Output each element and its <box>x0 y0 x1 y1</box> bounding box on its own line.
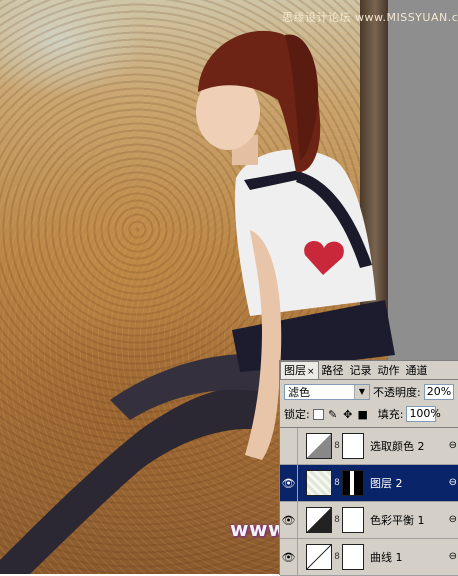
move-icon[interactable]: ✥ <box>342 408 354 421</box>
link-icon: ⊖ <box>448 477 457 488</box>
close-icon[interactable]: × <box>307 367 315 377</box>
chevron-down-icon[interactable]: ▼ <box>354 385 369 399</box>
link-icon[interactable]: 8 <box>332 552 342 562</box>
blend-mode-value: 滤色 <box>288 386 310 399</box>
eye-icon[interactable]: 👁 <box>280 502 298 538</box>
tab-layers[interactable]: 图层× <box>280 361 319 379</box>
link-icon: ⊖ <box>448 440 457 451</box>
tab-actions[interactable]: 动作 <box>375 362 403 379</box>
brush-icon[interactable]: ✎ <box>327 408 339 421</box>
layer-name: 色彩平衡 1 <box>370 514 425 527</box>
layer-mask-thumbnail <box>342 433 364 459</box>
curves-thumbnail <box>306 544 332 570</box>
opacity-label: 不透明度: <box>373 386 421 399</box>
visibility-toggle[interactable] <box>280 428 298 464</box>
fill-label: 填充: <box>377 408 404 421</box>
fill-field[interactable]: 100% <box>406 406 441 422</box>
layer-mask-thumbnail <box>342 507 364 533</box>
opacity-field[interactable]: 20% <box>423 384 455 400</box>
link-icon[interactable]: 8 <box>332 441 342 451</box>
tab-history[interactable]: 记录 <box>347 362 375 379</box>
site-watermark: 思缘设计论坛 www.MISSYUAN.com <box>282 11 458 24</box>
tab-layers-label: 图层 <box>284 364 306 377</box>
lock-transparency-checkbox[interactable] <box>312 408 324 420</box>
layer-row-curves-1[interactable]: 👁 8 曲线 1 ⊖ <box>280 539 458 576</box>
link-icon[interactable]: 8 <box>332 515 342 525</box>
layer-name: 图层 2 <box>370 477 403 490</box>
layer-thumbnail <box>306 470 332 496</box>
lock-icon[interactable]: ■ <box>357 408 369 421</box>
panel-tabs: 图层× 路径 记录 动作 通道 <box>280 361 458 380</box>
eye-icon[interactable]: 👁 <box>280 539 298 575</box>
eye-icon[interactable]: 👁 <box>280 465 298 501</box>
tab-paths[interactable]: 路径 <box>319 362 347 379</box>
blend-row: 滤色 ▼ 不透明度: 20% <box>280 380 458 404</box>
layer-name: 选取颜色 2 <box>370 440 425 453</box>
blend-mode-select[interactable]: 滤色 ▼ <box>284 384 370 400</box>
lock-row: 锁定: ✎ ✥ ■ 填充: 100% <box>280 404 458 424</box>
layer-row-layer-2[interactable]: 👁 8 图层 2 ⊖ <box>280 465 458 502</box>
adjustment-thumbnail <box>306 507 332 533</box>
layer-mask-thumbnail <box>342 470 364 496</box>
layer-mask-thumbnail <box>342 544 364 570</box>
layer-name: 曲线 1 <box>370 551 403 564</box>
link-icon: ⊖ <box>448 551 457 562</box>
tab-channels[interactable]: 通道 <box>403 362 431 379</box>
lock-label: 锁定: <box>284 408 310 421</box>
layers-panel: 图层× 路径 记录 动作 通道 滤色 ▼ 不透明度: 20% 锁定: ✎ ✥ ■… <box>279 360 458 576</box>
layer-row-color-balance-1[interactable]: 👁 8 色彩平衡 1 ⊖ <box>280 502 458 539</box>
layer-row-selective-color-2[interactable]: 8 选取颜色 2 ⊖ <box>280 428 458 465</box>
adjustment-thumbnail <box>306 433 332 459</box>
layer-list: 8 选取颜色 2 ⊖ 👁 8 图层 2 ⊖ 👁 8 色彩平衡 1 ⊖ 👁 8 曲 <box>280 427 458 576</box>
link-icon[interactable]: 8 <box>332 478 342 488</box>
link-icon: ⊖ <box>448 514 457 525</box>
